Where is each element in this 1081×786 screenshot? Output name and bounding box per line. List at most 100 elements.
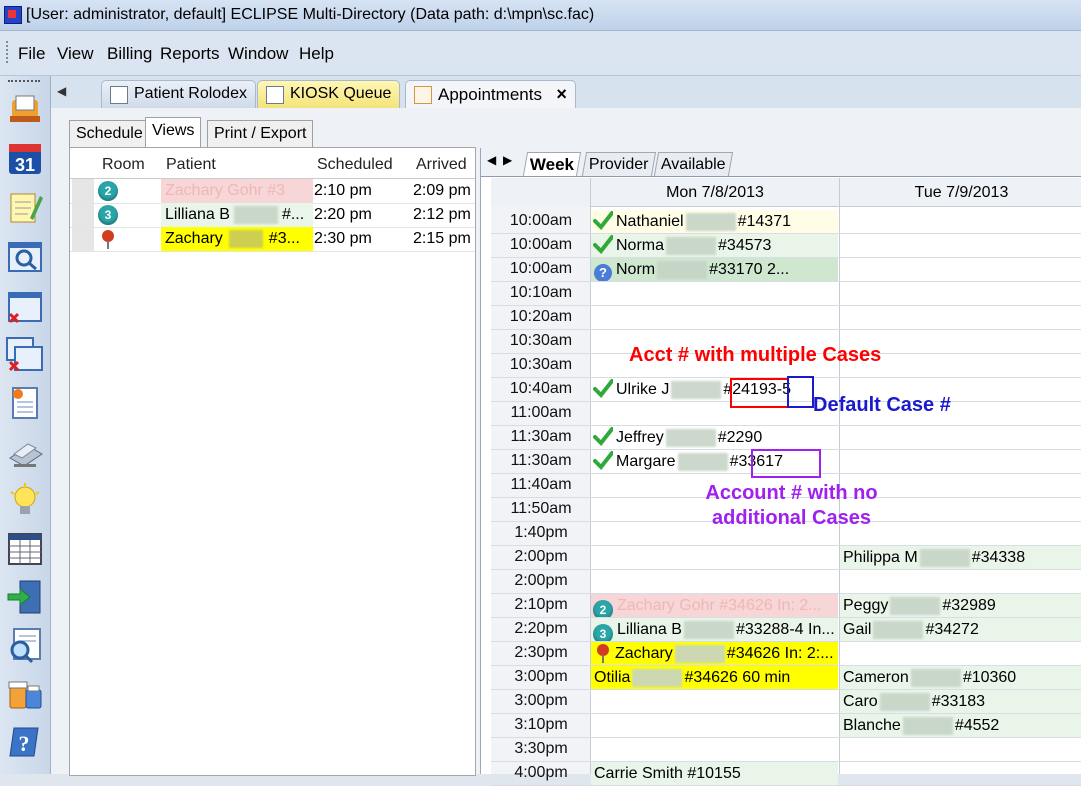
appointment-name: Zachary: [615, 645, 673, 662]
tab-scroll-left-icon[interactable]: ◀: [57, 84, 66, 98]
room-badge: 2: [98, 181, 118, 201]
tab-available[interactable]: Available: [653, 152, 733, 176]
redacted-text: [919, 548, 970, 567]
tue-appointment[interactable]: Cameron #10360: [840, 666, 1081, 689]
menu-file[interactable]: File: [18, 44, 45, 64]
tab-views[interactable]: Views: [145, 117, 202, 149]
menu-view[interactable]: View: [57, 44, 94, 64]
redacted-text: [671, 380, 722, 399]
menu-help[interactable]: Help: [299, 44, 334, 64]
help-icon[interactable]: ?: [6, 722, 44, 760]
tab-provider[interactable]: Provider: [581, 152, 656, 176]
report-icon[interactable]: [6, 384, 44, 422]
windows-close-icon[interactable]: [6, 336, 44, 374]
annotation-no-cases-line2: additional Cases: [712, 507, 871, 529]
redacted-text: [666, 236, 717, 255]
appointment-name: Blanche: [843, 717, 901, 734]
scheduled-cell: 2:10 pm: [314, 182, 372, 199]
col-header-arrived[interactable]: Arrived: [416, 148, 467, 178]
appointment-account: #34272: [925, 621, 979, 638]
time-label: 3:10pm: [514, 716, 568, 733]
appointment-name: Ulrike J: [616, 381, 670, 398]
time-label: 3:30pm: [514, 740, 568, 757]
appointment-account: #33170 2...: [709, 261, 790, 278]
rolodex-icon[interactable]: [6, 90, 44, 128]
app-icon[interactable]: [4, 6, 22, 24]
appointment-name: Gail: [843, 621, 872, 638]
time-label: 10:20am: [509, 308, 573, 325]
arrived-cell: 2:09 pm: [413, 182, 471, 199]
mon-appointment[interactable]: ? Norm #33170 2...: [591, 258, 838, 281]
mon-appointment[interactable]: Zachary #34626 In: 2:...: [591, 642, 838, 665]
day-header-tue[interactable]: Tue 7/9/2013: [841, 184, 1081, 202]
checkmark-icon: [591, 211, 616, 230]
tue-appointment[interactable]: Philippa M #34338: [840, 546, 1081, 569]
document-tabs: ◀ Patient Rolodex KIOSK Queue Appointmen…: [51, 76, 1081, 109]
redacted-text: [228, 229, 263, 248]
appointment-name: Philippa M: [843, 549, 918, 566]
patient-account: #3...: [268, 230, 300, 247]
tab-week[interactable]: Week: [522, 152, 582, 176]
question-icon: ?: [594, 264, 612, 281]
tab-label: Available: [660, 156, 726, 173]
menu-window[interactable]: Window: [228, 44, 288, 64]
mon-appointment[interactable]: 3 Lilliana B #33288-4 In...: [591, 618, 838, 641]
tab-patient-rolodex[interactable]: Patient Rolodex: [101, 80, 256, 108]
lightbulb-icon[interactable]: [6, 482, 44, 520]
redacted-text: [233, 205, 278, 224]
table-row[interactable]: 3 Lilliana B #... 2:20 pm 2:12 pm: [70, 203, 475, 228]
table-row[interactable]: Zachary #3... 2:30 pm 2:15 pm: [70, 227, 475, 252]
arrived-cell: 2:15 pm: [413, 230, 471, 247]
redacted-text: [685, 212, 736, 231]
close-tab-icon[interactable]: ×: [556, 84, 567, 104]
appointment-account: #34626 In: 2:...: [726, 645, 834, 662]
tab-kiosk-queue[interactable]: KIOSK Queue: [257, 80, 401, 108]
table-row[interactable]: 2 Zachary Gohr #3 2:10 pm 2:09 pm: [70, 179, 475, 204]
tab-schedule[interactable]: Schedule: [69, 120, 150, 148]
mon-appointment[interactable]: Jeffrey #2290: [591, 426, 838, 449]
appointment-account: #14371: [737, 213, 791, 230]
window-close-icon[interactable]: [6, 288, 44, 326]
menu-reports[interactable]: Reports: [160, 44, 220, 64]
time-label: 11:30am: [510, 428, 572, 445]
col-header-room[interactable]: Room: [102, 148, 145, 178]
appointment-account: #34573: [718, 237, 772, 254]
appointment-name: Nathaniel: [616, 213, 684, 230]
tue-appointment[interactable]: Gail #34272: [840, 618, 1081, 641]
menu-grip: [6, 41, 11, 63]
calendar-icon[interactable]: 31: [6, 140, 44, 178]
col-header-patient[interactable]: Patient: [166, 148, 216, 178]
appointment-name: Jeffrey: [616, 429, 664, 446]
mon-appointment[interactable]: 2 Zachary Gohr #34626 In: 2...: [591, 594, 838, 617]
tab-print-export[interactable]: Print / Export: [207, 120, 314, 148]
scanner-icon[interactable]: [6, 434, 44, 472]
medicine-icon[interactable]: [6, 674, 44, 712]
patient-name: Lilliana B: [165, 206, 230, 223]
appointment-account: #34338: [971, 549, 1026, 566]
prev-arrow-icon[interactable]: ◀: [487, 153, 496, 167]
search-list-icon[interactable]: [6, 626, 44, 664]
mon-appointment[interactable]: Nathaniel #14371: [591, 210, 838, 233]
tue-appointment[interactable]: Blanche #4552: [840, 714, 1081, 737]
redacted-text: [677, 452, 728, 471]
mon-appointment[interactable]: Otilia #34626 60 min: [591, 666, 838, 689]
next-arrow-icon[interactable]: ▶: [503, 153, 512, 167]
col-header-scheduled[interactable]: Scheduled: [317, 148, 393, 178]
checkmark-icon: [591, 451, 616, 470]
time-label: 4:00pm: [514, 764, 568, 781]
window-title: [User: administrator, default] ECLIPSE M…: [26, 6, 595, 23]
toolbar-grip: [8, 80, 40, 82]
menu-billing[interactable]: Billing: [107, 44, 152, 64]
tab-label: Patient Rolodex: [134, 85, 247, 102]
grid-icon[interactable]: [6, 530, 44, 568]
patient-cell: Zachary Gohr #3: [161, 179, 313, 203]
tue-appointment[interactable]: Peggy #32989: [840, 594, 1081, 617]
scheduled-cell: 2:20 pm: [314, 206, 372, 223]
mon-appointment[interactable]: Norma #34573: [591, 234, 838, 257]
exit-door-icon[interactable]: [6, 578, 44, 616]
tue-appointment[interactable]: Caro #33183: [840, 690, 1081, 713]
notepad-icon[interactable]: [6, 188, 44, 226]
day-header-mon[interactable]: Mon 7/8/2013: [591, 184, 839, 202]
search-window-icon[interactable]: [6, 238, 44, 276]
tab-appointments[interactable]: Appointments ×: [405, 80, 576, 108]
